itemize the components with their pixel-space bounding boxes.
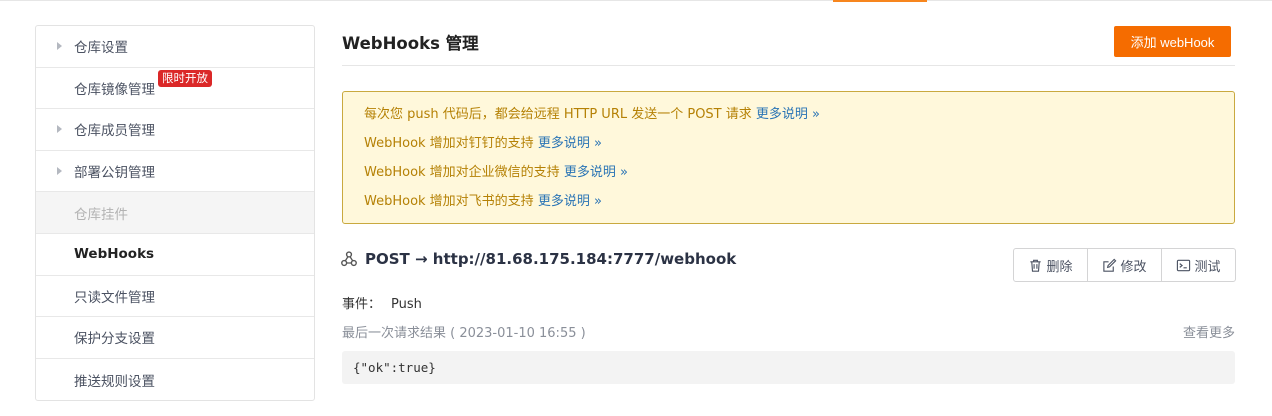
title-divider: [342, 65, 1235, 66]
sidebar-item-webhooks[interactable]: WebHooks: [36, 234, 314, 276]
webhook-events: 事件： Push: [342, 293, 422, 312]
delete-button[interactable]: 删除: [1014, 249, 1088, 281]
sidebar-item-label: 仓库镜像管理: [74, 81, 155, 98]
top-nav-active-indicator: [833, 0, 927, 2]
sidebar-item-repo-settings[interactable]: 仓库设置: [36, 26, 314, 68]
settings-sidebar: 仓库设置 仓库镜像管理 限时开放 仓库成员管理 部署公钥管理 仓库挂件 WebH…: [35, 25, 315, 402]
limited-open-badge: 限时开放: [158, 69, 212, 87]
more-info-link[interactable]: 更多说明 »: [538, 136, 602, 151]
edit-icon: [1103, 258, 1117, 272]
webhook-header: POST → http://81.68.175.184:7777/webhook: [340, 250, 736, 268]
notice-text: WebHook 增加对企业微信的支持: [364, 165, 564, 180]
last-request-result: 最后一次请求结果 ( 2023-01-10 16:55 ): [342, 326, 586, 341]
caret-right-icon: [57, 42, 62, 51]
sidebar-item-repo-mirror[interactable]: 仓库镜像管理 限时开放: [36, 68, 314, 110]
sidebar-item-label: WebHooks: [74, 246, 155, 263]
more-info-link[interactable]: 更多说明 »: [538, 194, 602, 209]
webhook-actions: 删除 修改 测试: [1013, 248, 1236, 282]
sidebar-item-push-rules[interactable]: 推送规则设置: [36, 359, 314, 401]
notice-text: WebHook 增加对飞书的支持: [364, 194, 538, 209]
sidebar-item-readonly-files[interactable]: 只读文件管理: [36, 276, 314, 318]
events-value: Push: [391, 297, 422, 312]
notice-line: 每次您 push 代码后，都会给远程 HTTP URL 发送一个 POST 请求…: [364, 104, 1234, 133]
sidebar-item-deploy-keys[interactable]: 部署公钥管理: [36, 151, 314, 193]
notice-line: WebHook 增加对飞书的支持 更多说明 »: [364, 191, 1234, 220]
sidebar-item-repo-widgets: 仓库挂件: [36, 192, 314, 234]
edit-label: 修改: [1120, 259, 1147, 275]
caret-right-icon: [57, 167, 62, 176]
more-info-link[interactable]: 更多说明 »: [564, 165, 628, 180]
more-info-link[interactable]: 更多说明 »: [756, 107, 820, 122]
response-body: {"ok":true}: [342, 351, 1235, 384]
add-webhook-button[interactable]: 添加 webHook: [1114, 26, 1231, 57]
webhook-url-title: POST → http://81.68.175.184:7777/webhook: [365, 250, 737, 268]
sidebar-item-label: 仓库设置: [74, 40, 128, 57]
notice-text: 每次您 push 代码后，都会给远程 HTTP URL 发送一个 POST 请求: [364, 107, 756, 122]
sidebar-item-label: 仓库成员管理: [74, 123, 155, 140]
test-button[interactable]: 测试: [1162, 249, 1235, 281]
sidebar-item-protected-branches[interactable]: 保护分支设置: [36, 317, 314, 359]
webhook-icon: [341, 251, 357, 267]
notice-text: WebHook 增加对钉钉的支持: [364, 136, 538, 151]
top-border: [0, 0, 1272, 1]
events-label: 事件：: [342, 297, 382, 312]
edit-button[interactable]: 修改: [1088, 249, 1162, 281]
notice-line: WebHook 增加对钉钉的支持 更多说明 »: [364, 133, 1234, 162]
info-notice: 每次您 push 代码后，都会给远程 HTTP URL 发送一个 POST 请求…: [342, 91, 1235, 224]
notice-line: WebHook 增加对企业微信的支持 更多说明 »: [364, 162, 1234, 191]
sidebar-item-label: 推送规则设置: [74, 373, 155, 390]
trash-icon: [1030, 259, 1042, 272]
sidebar-item-repo-members[interactable]: 仓库成员管理: [36, 109, 314, 151]
caret-right-icon: [57, 125, 62, 134]
sidebar-item-label: 保护分支设置: [74, 331, 155, 348]
terminal-icon: [1177, 259, 1191, 271]
page-title: WebHooks 管理: [342, 34, 479, 53]
sidebar-item-label: 部署公钥管理: [74, 165, 155, 182]
sidebar-item-label: 只读文件管理: [74, 289, 155, 306]
delete-label: 删除: [1046, 259, 1073, 275]
test-label: 测试: [1194, 259, 1221, 275]
sidebar-item-label: 仓库挂件: [74, 206, 128, 223]
see-more-link[interactable]: 查看更多: [1183, 322, 1235, 341]
